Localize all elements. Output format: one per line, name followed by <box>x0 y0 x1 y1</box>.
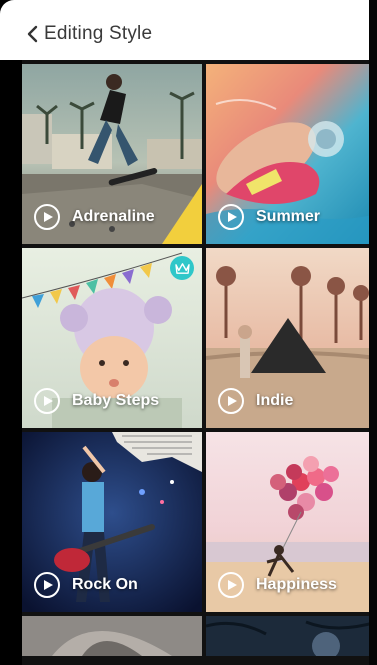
device-bezel-right <box>369 0 377 665</box>
partial-thumbnail-1 <box>22 616 202 656</box>
chevron-left-icon <box>27 25 38 43</box>
style-tile-adrenaline[interactable]: Adrenaline <box>22 64 202 244</box>
tile-label-indie: Indie <box>256 392 294 409</box>
play-icon[interactable] <box>218 388 244 414</box>
play-icon[interactable] <box>218 204 244 230</box>
style-tile-baby-steps[interactable]: Baby Steps <box>22 248 202 428</box>
tile-label-adrenaline: Adrenaline <box>72 208 155 225</box>
device-bezel-left <box>0 0 22 665</box>
style-tile-summer[interactable]: Summer <box>206 64 377 244</box>
back-button[interactable]: Editing Style <box>26 20 152 48</box>
editing-style-screen: Editing Style Adrenaline Summer Baby Ste… <box>0 0 377 665</box>
play-icon[interactable] <box>34 572 60 598</box>
play-icon[interactable] <box>218 572 244 598</box>
partial-thumbnail-2 <box>206 616 377 656</box>
tile-label-happiness: Happiness <box>256 576 337 593</box>
page-title: Editing Style <box>44 23 153 44</box>
style-tile-rock-on[interactable]: Rock On <box>22 432 202 612</box>
play-icon[interactable] <box>34 204 60 230</box>
tile-label-rock-on: Rock On <box>72 576 138 593</box>
style-tile-indie[interactable]: Indie <box>206 248 377 428</box>
crown-icon <box>174 262 190 274</box>
style-tile-partial-1[interactable] <box>22 616 202 656</box>
tile-label-baby-steps: Baby Steps <box>72 392 160 409</box>
play-icon[interactable] <box>34 388 60 414</box>
premium-badge <box>170 256 194 280</box>
style-tile-happiness[interactable]: Happiness <box>206 432 377 612</box>
style-tile-partial-2[interactable] <box>206 616 377 656</box>
tile-label-summer: Summer <box>256 208 321 225</box>
header-bar: Editing Style <box>0 0 377 60</box>
